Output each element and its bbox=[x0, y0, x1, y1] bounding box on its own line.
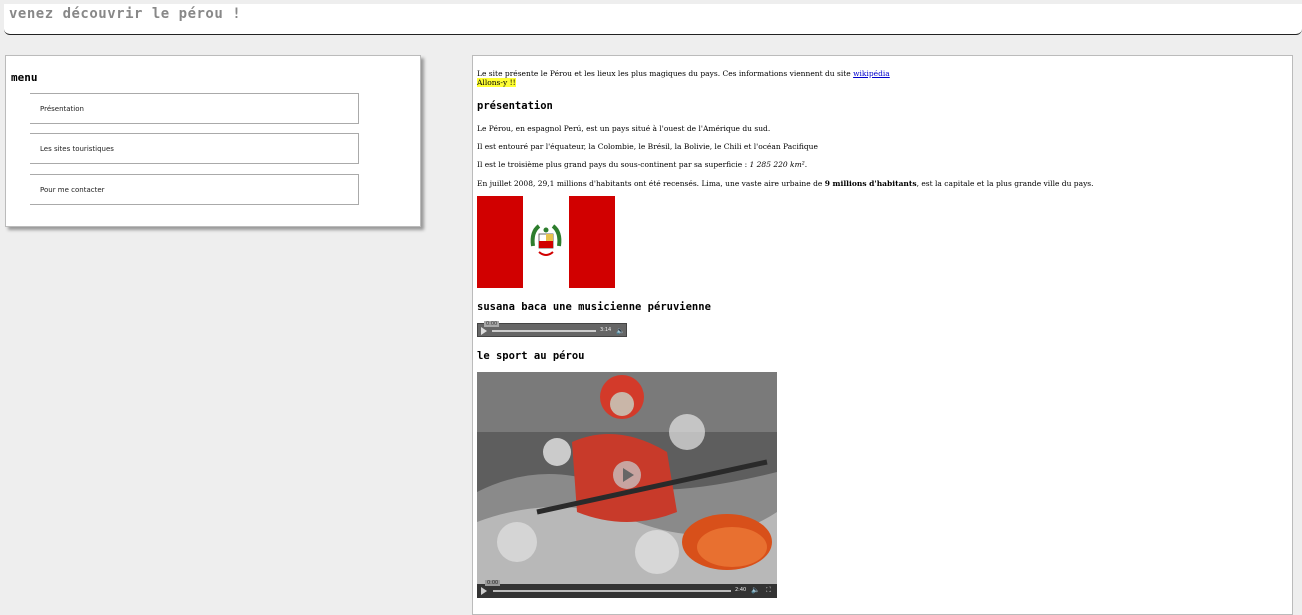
video-progress-track[interactable] bbox=[493, 590, 731, 592]
fullscreen-icon[interactable]: ⛶ bbox=[766, 586, 771, 595]
flag-red-stripe bbox=[477, 196, 523, 288]
menu-item-sites-touristiques[interactable]: Les sites touristiques bbox=[30, 133, 359, 164]
menu-title: menu bbox=[11, 71, 38, 84]
paragraph-area: Il est le troisième plus grand pays du s… bbox=[477, 160, 807, 169]
area-text: Il est le troisième plus grand pays du s… bbox=[477, 160, 750, 169]
allons-y-highlight: Allons-y !! bbox=[477, 78, 516, 87]
menu-panel: menu Présentation Les sites touristiques… bbox=[5, 55, 421, 227]
video-controls: 0:00 2:40 🔈 ⛶ bbox=[477, 580, 777, 598]
speaker-icon[interactable]: 🔈 bbox=[616, 327, 625, 335]
play-icon[interactable] bbox=[481, 587, 487, 595]
area-value: 1 285 220 km². bbox=[749, 160, 808, 169]
intro-paragraph: Le site présente le Pérou et les lieux l… bbox=[477, 69, 890, 87]
video-player[interactable]: 0:00 2:40 🔈 ⛶ bbox=[477, 372, 777, 598]
wikipedia-link[interactable]: wikipédia bbox=[853, 69, 890, 78]
speaker-icon[interactable]: 🔈 bbox=[751, 586, 760, 594]
music-heading: susana baca une musicienne péruvienne bbox=[477, 301, 711, 313]
audio-current-time: 0:00 bbox=[484, 321, 500, 327]
population-text: En juillet 2008, 29,1 millions d'habitan… bbox=[477, 179, 825, 188]
menu-item-label: Présentation bbox=[40, 104, 84, 113]
page-title: venez découvrir le pérou ! bbox=[9, 6, 242, 22]
population-text-end: , est la capitale et la plus grande vill… bbox=[916, 179, 1094, 188]
menu-item-label: Pour me contacter bbox=[40, 185, 105, 194]
video-duration: 2:40 bbox=[735, 587, 747, 593]
audio-duration: 3:14 bbox=[600, 327, 612, 333]
content-panel: Le site présente le Pérou et les lieux l… bbox=[472, 55, 1293, 615]
flag-white-stripe bbox=[523, 196, 569, 288]
flag-red-stripe bbox=[569, 196, 615, 288]
menu-item-contact[interactable]: Pour me contacter bbox=[30, 174, 359, 205]
menu-item-label: Les sites touristiques bbox=[40, 144, 114, 153]
sport-heading: le sport au pérou bbox=[477, 350, 585, 362]
paragraph-population: En juillet 2008, 29,1 millions d'habitan… bbox=[477, 179, 1094, 188]
menu-item-presentation[interactable]: Présentation bbox=[30, 93, 359, 124]
video-current-time: 0:00 bbox=[485, 580, 501, 586]
intro-text: Le site présente le Pérou et les lieux l… bbox=[477, 69, 854, 78]
peru-flag-image bbox=[477, 196, 615, 288]
page-header: venez découvrir le pérou ! bbox=[4, 4, 1302, 35]
coat-of-arms-icon bbox=[530, 224, 562, 256]
presentation-heading: présentation bbox=[477, 100, 553, 112]
audio-player: 0:00 3:14 🔈 bbox=[477, 321, 627, 337]
audio-progress-track[interactable] bbox=[492, 330, 596, 332]
video-play-icon[interactable] bbox=[613, 461, 641, 489]
play-icon[interactable] bbox=[481, 327, 487, 335]
paragraph-borders: Il est entouré par l'équateur, la Colomb… bbox=[477, 142, 818, 151]
paragraph-location: Le Pérou, en espagnol Perú, est un pays … bbox=[477, 124, 771, 133]
population-value: 9 millions d'habitants bbox=[824, 179, 917, 188]
